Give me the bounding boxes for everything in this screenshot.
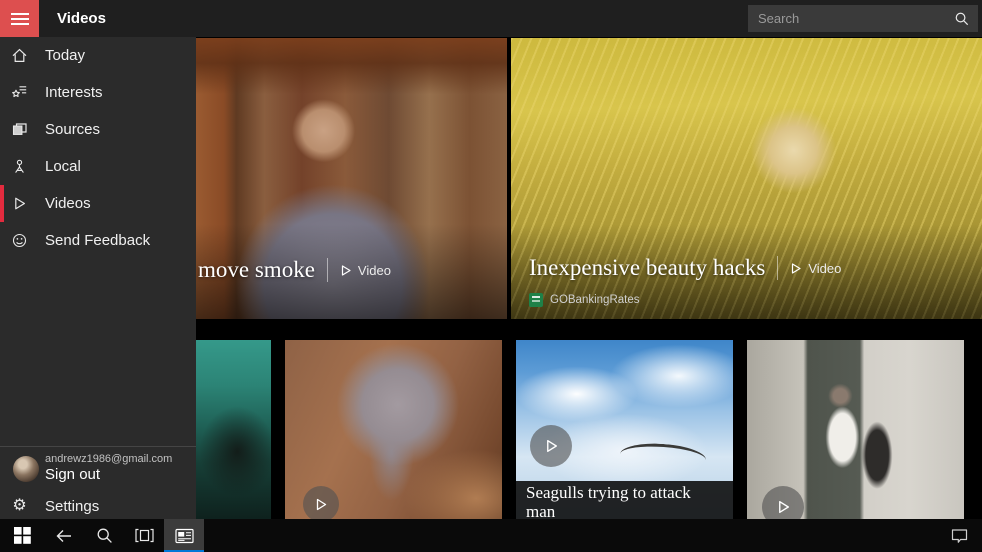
- featured-video-tile-1[interactable]: move smoke Video: [196, 38, 507, 319]
- gobankingrates-logo-icon: [529, 293, 543, 307]
- search-box[interactable]: [748, 5, 978, 32]
- action-center-button[interactable]: [940, 519, 978, 552]
- app-window: move smoke Video Inexpensive beauty hack…: [0, 0, 982, 552]
- selection-indicator: [0, 185, 4, 222]
- video-type-label: Video: [808, 260, 842, 276]
- taskbar-search-button[interactable]: [84, 519, 124, 552]
- play-button[interactable]: [762, 486, 804, 520]
- play-button[interactable]: [530, 425, 572, 467]
- sidebar-item-label: Local: [45, 158, 81, 175]
- task-view-button[interactable]: [124, 519, 164, 552]
- account-email: andrewz1986@gmail.com: [45, 453, 173, 465]
- sidebar-item-sources[interactable]: Sources: [0, 111, 196, 148]
- tile-meta: Inexpensive beauty hacks Video: [529, 255, 841, 281]
- start-button[interactable]: [0, 519, 44, 552]
- page-title: Videos: [57, 10, 106, 27]
- video-thumbnail-men[interactable]: [747, 340, 964, 520]
- feedback-smiley-icon: [0, 232, 39, 249]
- video-thumbnail-shark[interactable]: [196, 340, 271, 520]
- video-title: Inexpensive beauty hacks: [529, 255, 766, 280]
- sidebar-item-label: Sources: [45, 121, 101, 138]
- sidebar-item-interests[interactable]: Interests: [0, 74, 196, 111]
- settings-label: Settings: [45, 497, 100, 515]
- action-center-icon: [951, 528, 967, 543]
- search-icon: [97, 528, 112, 543]
- back-arrow-icon: [56, 529, 71, 542]
- video-type-row: Video: [340, 263, 391, 278]
- sidebar-item-settings[interactable]: ⚙ Settings: [0, 490, 196, 522]
- separator: [326, 258, 328, 282]
- play-outline-icon: [341, 264, 351, 276]
- sidebar-item-label: Send Feedback: [45, 232, 151, 249]
- video-type-row: Video: [790, 261, 841, 276]
- search-icon[interactable]: [954, 11, 969, 26]
- windows-logo-icon: [13, 527, 31, 544]
- interests-icon: [0, 84, 39, 101]
- video-title: move smoke: [198, 257, 315, 282]
- sources-icon: [0, 121, 39, 138]
- search-input[interactable]: [748, 5, 954, 32]
- video-type-label: Video: [357, 262, 391, 278]
- taskbar-spacer: [204, 519, 940, 552]
- sidebar-item-local[interactable]: Local: [0, 148, 196, 185]
- taskbar-news-app-button[interactable]: [164, 519, 204, 552]
- play-button[interactable]: [303, 486, 339, 520]
- sidebar-divider: [0, 446, 196, 447]
- news-app-icon: [174, 528, 194, 543]
- local-icon: [0, 158, 39, 175]
- separator: [777, 256, 779, 280]
- play-icon: [0, 195, 39, 212]
- videos-content-area: move smoke Video Inexpensive beauty hack…: [196, 37, 982, 520]
- task-view-icon: [134, 528, 154, 543]
- play-outline-icon: [792, 262, 801, 274]
- navigation-pane: Today Interests Sources Local Videos Sen…: [0, 37, 196, 519]
- account-button[interactable]: andrewz1986@gmail.com Sign out: [0, 450, 196, 492]
- hamburger-menu-button[interactable]: [0, 0, 39, 37]
- video-thumbnail-seagull[interactable]: Seagulls trying to attack man: [516, 340, 733, 520]
- video-source-row: GOBankingRates: [529, 293, 640, 307]
- featured-video-tile-2[interactable]: Inexpensive beauty hacks Video GOBanking…: [511, 38, 982, 319]
- sidebar-item-label: Videos: [45, 195, 91, 212]
- video-caption: Seagulls trying to attack man: [516, 481, 733, 520]
- home-icon: [0, 47, 39, 64]
- back-button[interactable]: [44, 519, 84, 552]
- user-avatar: [13, 456, 39, 482]
- sidebar-item-today[interactable]: Today: [0, 37, 196, 74]
- tile-meta: move smoke Video: [198, 257, 391, 283]
- windows-taskbar: [0, 519, 982, 552]
- video-thumbnail-elephant[interactable]: [285, 340, 502, 520]
- sidebar-item-videos[interactable]: Videos: [0, 185, 196, 222]
- gear-icon: ⚙: [12, 497, 27, 514]
- sidebar-item-send-feedback[interactable]: Send Feedback: [0, 222, 196, 259]
- video-source-name: GOBankingRates: [550, 294, 640, 306]
- sign-out-button[interactable]: Sign out: [45, 466, 100, 483]
- title-bar: Videos: [0, 0, 982, 37]
- sidebar-item-label: Today: [45, 47, 86, 64]
- sidebar-item-label: Interests: [45, 84, 103, 101]
- seagull-silhouette: [619, 441, 707, 474]
